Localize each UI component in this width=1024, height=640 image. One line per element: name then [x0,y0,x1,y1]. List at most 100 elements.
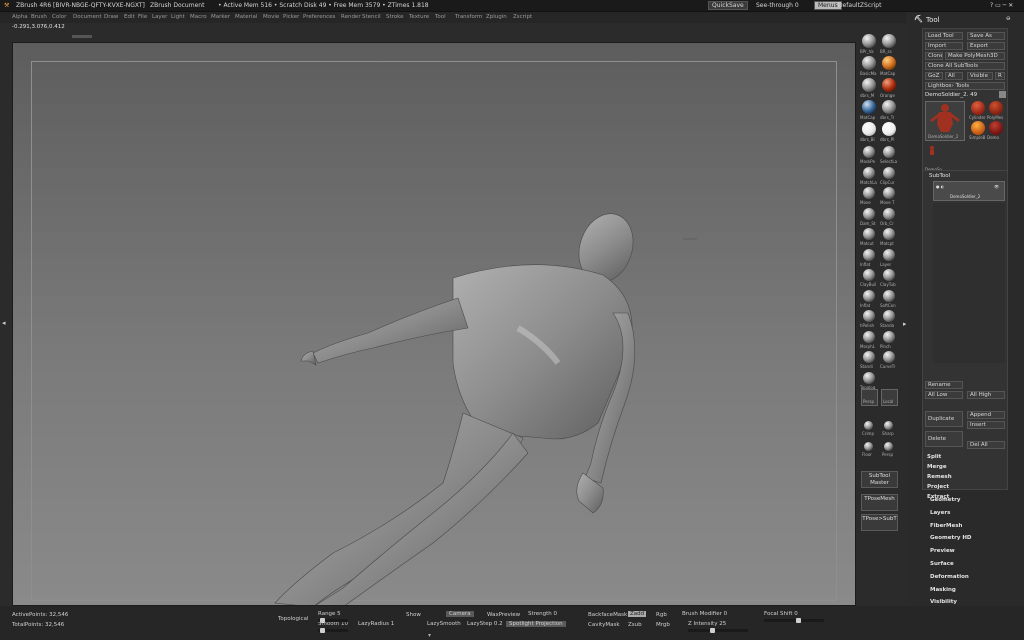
tpose-subt-button[interactable]: TPose>SubT [861,514,898,531]
camera-button[interactable]: Camera [446,611,474,617]
palette-pin-icon[interactable]: ⊖ [1006,16,1011,22]
crimp-icon[interactable]: Crimp [861,421,878,439]
cavity-mask-button[interactable]: CavityMask [588,622,620,628]
persp2-button[interactable]: Persp [881,442,898,460]
brush-button[interactable]: Matcpt [880,228,900,248]
window-controls[interactable]: ? ▭ ─ ✕ [990,2,1013,9]
floor-button[interactable]: Floor [861,442,878,460]
topological-button[interactable]: Topological [278,616,308,622]
mrgb-button[interactable]: Mrgb [656,622,670,628]
show-button[interactable]: Show [406,612,421,618]
insert-button[interactable]: Insert [967,421,1005,429]
brush-button[interactable]: Layer [880,248,900,269]
menu-item-stencil[interactable]: Stencil [362,14,381,20]
make-polymesh-button[interactable]: Make PolyMesh3D [945,52,1005,60]
append-button[interactable]: Append [967,411,1005,419]
subpalette-visibility[interactable]: Visibility [930,599,957,605]
z-intensity-slider-track[interactable] [688,628,748,633]
load-tool-button[interactable]: Load Tool [925,32,963,40]
all-low-button[interactable]: All Low [925,391,963,399]
menu-item-movie[interactable]: Movie [263,14,279,20]
material-swatch[interactable]: BPr_Va [860,34,880,55]
brush-button[interactable]: MaskPe [860,146,880,166]
document-canvas[interactable] [12,42,856,606]
subpalette-preview[interactable]: Preview [930,548,955,554]
menu-item-tool[interactable]: Tool [435,14,446,20]
material-swatch[interactable]: BasicMa [860,56,880,77]
r-button[interactable]: R [995,72,1005,80]
brush-button[interactable]: Inflat [860,248,880,269]
subpalette-layers[interactable]: Layers [930,510,950,516]
material-swatch[interactable]: dbrs_Bl [860,122,880,143]
menu-item-marker[interactable]: Marker [211,14,230,20]
material-swatch[interactable]: MatCap [880,56,900,77]
brush-button[interactable]: Matcut [860,228,880,248]
subtool-item[interactable]: ● ◐ DemoSoldier_2 👁 [933,181,1005,201]
material-swatch[interactable]: Orange [880,78,900,99]
delete-button[interactable]: Delete [925,431,963,447]
menu-item-picker[interactable]: Picker [283,14,299,20]
menu-item-layer[interactable]: Layer [152,14,167,20]
zadd-button[interactable]: Zadd [628,611,647,617]
remesh-section[interactable]: Remesh [927,474,952,480]
duplicate-button[interactable]: Duplicate [925,411,963,427]
range-slider[interactable]: Range 5 [318,611,341,617]
project-section[interactable]: Project [927,484,949,490]
brush-button[interactable]: hPolish [860,310,880,330]
focal-shift-slider[interactable]: Focal Shift 0 [764,611,798,617]
brush-button[interactable]: MatchLa [860,166,880,187]
subpalette-geometry-hd[interactable]: Geometry HD [930,535,972,541]
import-button[interactable]: Import [925,42,963,50]
sharp-icon[interactable]: Sharp [881,421,898,439]
menu-item-transform[interactable]: Transform [455,14,482,20]
clone-all-subtools-button[interactable]: Clone All SubTools [925,62,1005,70]
subtool-visibility-icon[interactable]: ● ◐ [936,184,944,189]
left-tray-toggle-icon[interactable]: ◂ [2,319,8,329]
material-swatch[interactable]: dbrs_M [860,78,880,99]
menu-item-light[interactable]: Light [171,14,185,20]
current-tool-r-button[interactable] [999,91,1006,98]
z-intensity-slider[interactable]: Z Intensity 25 [688,621,726,627]
lightbox-tools-button[interactable]: Lightbox› Tools [925,82,1005,90]
see-through-slider[interactable]: See-through 0 [756,2,799,9]
persp-button[interactable]: Persp [861,389,878,406]
del-all-button[interactable]: Del All [967,441,1005,449]
default-zscript-button[interactable]: DefaultZScript [838,2,881,9]
menu-item-stroke[interactable]: Stroke [386,14,404,20]
brush-button[interactable]: Orb_Cr [880,207,900,228]
brush-button[interactable]: ClipCur [880,166,900,187]
split-section[interactable]: Split [927,454,941,460]
tposemesh-button[interactable]: TPoseMesh [861,494,898,511]
menu-item-color[interactable]: Color [52,14,66,20]
brush-button[interactable]: SelectLa [880,146,900,166]
menu-item-preferences[interactable]: Preferences [303,14,335,20]
brush-button[interactable]: Dam_St [860,207,880,228]
menu-item-document[interactable]: Document [73,14,102,20]
current-tool-slider[interactable]: DemoSoldier_2. 49 [925,92,977,98]
tool-thumb-soldier[interactable]: DemoSoldier_2 [925,101,965,141]
subpalette-fibermesh[interactable]: FiberMesh [930,523,962,529]
brush-button[interactable]: ClayTub [880,269,900,289]
rename-button[interactable]: Rename [925,381,963,389]
brush-button[interactable]: Inflat [860,289,880,310]
export-button[interactable]: Export [967,42,1005,50]
brush-button[interactable]: ClayBuil [860,269,880,289]
menu-item-material[interactable]: Material [235,14,257,20]
quicksave-button[interactable]: QuickSave [708,1,748,10]
tool-thumb-simplebrush[interactable]: SimpleB [969,121,985,140]
subtool-eye-icon[interactable]: 👁 [994,184,999,189]
tool-thumb-polymesh[interactable]: PolyMes [987,101,1005,120]
focal-shift-slider-track[interactable] [764,618,824,623]
material-swatch[interactable]: MatCap [860,100,880,121]
visible-button[interactable]: Visible [967,72,993,80]
soldier-model[interactable] [13,43,856,606]
local-button[interactable]: Local [881,389,898,406]
menu-item-zscript[interactable]: Zscript [513,14,532,20]
brush-modifier-slider[interactable]: Brush Modifier 0 [682,611,727,617]
lazysmooth-slider[interactable]: LazySmooth [427,621,461,627]
spotlight-projection-button[interactable]: Spotlight Projection [506,621,566,627]
menu-item-macro[interactable]: Macro [190,14,207,20]
menu-item-texture[interactable]: Texture [409,14,429,20]
brush-button[interactable]: Standa [880,310,900,330]
brush-button[interactable]: CurveTr [880,351,900,371]
